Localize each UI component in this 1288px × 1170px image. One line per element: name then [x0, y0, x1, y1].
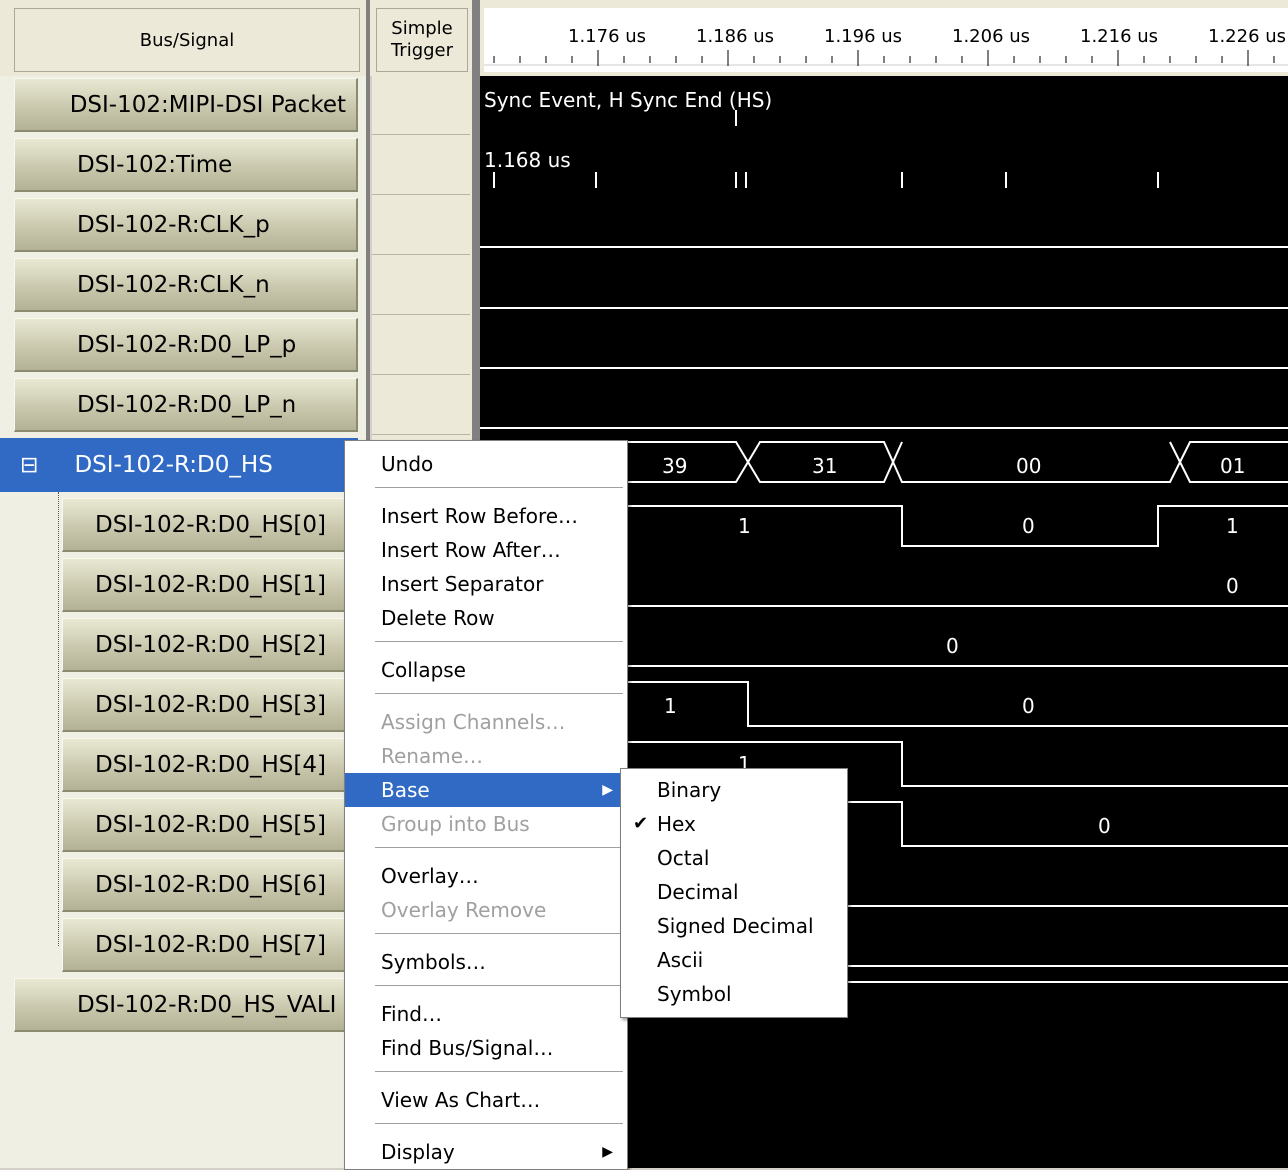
signal-label: DSI-102-R:D0_HS[6]	[95, 871, 326, 898]
trigger-cell[interactable]	[372, 256, 470, 315]
signal-label: DSI-102-R:CLK_p	[77, 211, 270, 238]
bus-signal-header-label: Bus/Signal	[139, 29, 235, 51]
menu-separator	[375, 847, 623, 848]
menu-item-insert-row-after[interactable]: Insert Row After…	[345, 533, 627, 567]
menu-item-label: Hex	[657, 812, 696, 836]
checkmark-icon: ✔	[633, 813, 649, 834]
menu-item-collapse[interactable]: Collapse	[345, 653, 627, 687]
submenu-arrow-icon: ▶	[602, 1144, 613, 1160]
signal-label: DSI-102-R:D0_HS[4]	[95, 751, 326, 778]
tree-connector	[58, 492, 60, 946]
menu-separator	[375, 1123, 623, 1124]
menu-item-insert-row-before[interactable]: Insert Row Before…	[345, 499, 627, 533]
submenu-item-symbol[interactable]: Symbol	[621, 977, 847, 1011]
signal-row-d0-hs-valid[interactable]: DSI-102-R:D0_HS_VALI	[14, 978, 358, 1032]
submenu-item-ascii[interactable]: Ascii	[621, 943, 847, 977]
signal-row-time[interactable]: DSI-102:Time	[14, 138, 358, 192]
signal-row-d0-hs[interactable]: ⊟ DSI-102-R:D0_HS	[0, 438, 358, 492]
trigger-cell[interactable]	[372, 376, 470, 435]
signal-label: DSI-102-R:D0_HS[1]	[95, 571, 326, 598]
menu-item-view-as-chart[interactable]: View As Chart…	[345, 1083, 627, 1117]
signal-label: DSI-102-R:CLK_n	[77, 271, 270, 298]
menu-separator	[375, 693, 623, 694]
trigger-cell[interactable]	[372, 316, 470, 375]
trigger-cell[interactable]	[372, 76, 470, 135]
menu-item-overlay[interactable]: Overlay…	[345, 859, 627, 893]
time-ruler[interactable]: 1.176 us 1.186 us 1.196 us 1.206 us 1.21…	[484, 8, 1288, 72]
signal-label: DSI-102-R:D0_HS[5]	[95, 811, 326, 838]
menu-item-assign-channels: Assign Channels…	[381, 710, 566, 734]
signal-label: DSI-102-R:D0_HS	[74, 452, 273, 478]
menu-item-find[interactable]: Find…	[345, 997, 627, 1031]
signal-name-column: DSI-102:MIPI-DSI Packet DSI-102:Time DSI…	[0, 76, 366, 1168]
signal-row-d0-hs-0[interactable]: DSI-102-R:D0_HS[0]	[62, 498, 358, 552]
menu-separator	[375, 487, 623, 488]
signal-label: DSI-102-R:D0_HS[7]	[95, 931, 326, 958]
menu-item-insert-separator[interactable]: Insert Separator	[345, 567, 627, 601]
menu-separator	[375, 933, 623, 934]
menu-item-label: Base	[381, 778, 430, 802]
signal-row-d0-hs-3[interactable]: DSI-102-R:D0_HS[3]	[62, 678, 358, 732]
signal-row-clk-n[interactable]: DSI-102-R:CLK_n	[14, 258, 358, 312]
menu-item-group-into-bus: Group into Bus	[381, 812, 530, 836]
collapse-toggle-icon[interactable]: ⊟	[20, 453, 38, 478]
signal-label: DSI-102:Time	[77, 151, 233, 178]
submenu-item-hex[interactable]: ✔ Hex	[621, 807, 847, 841]
menu-item-overlay-remove: Overlay Remove	[381, 898, 547, 922]
submenu-item-signed-decimal[interactable]: Signed Decimal	[621, 909, 847, 943]
menu-separator	[375, 985, 623, 986]
trigger-header-line2: Trigger	[390, 40, 454, 61]
signal-row-clk-p[interactable]: DSI-102-R:CLK_p	[14, 198, 358, 252]
signal-label: DSI-102-R:D0_HS[3]	[95, 691, 326, 718]
menu-separator	[375, 1071, 623, 1072]
submenu-arrow-icon: ▶	[602, 782, 613, 798]
bus-signal-header[interactable]: Bus/Signal	[14, 8, 360, 72]
signal-label: DSI-102-R:D0_HS[0]	[95, 511, 326, 538]
trigger-cell[interactable]	[372, 136, 470, 195]
menu-item-symbols[interactable]: Symbols…	[345, 945, 627, 979]
signal-row-d0-hs-6[interactable]: DSI-102-R:D0_HS[6]	[62, 858, 358, 912]
menu-item-base[interactable]: Base ▶	[345, 773, 627, 807]
trigger-header[interactable]: Simple Trigger	[376, 8, 468, 72]
signal-row-d0-lp-p[interactable]: DSI-102-R:D0_LP_p	[14, 318, 358, 372]
ruler-ticks	[484, 50, 1288, 66]
signal-label: DSI-102-R:D0_HS[2]	[95, 631, 326, 658]
signal-row-d0-hs-7[interactable]: DSI-102-R:D0_HS[7]	[62, 918, 358, 972]
base-submenu: Binary ✔ Hex Octal Decimal Signed Decima…	[620, 768, 848, 1018]
signal-row-d0-hs-4[interactable]: DSI-102-R:D0_HS[4]	[62, 738, 358, 792]
signal-label: DSI-102:MIPI-DSI Packet	[69, 91, 346, 118]
signal-label: DSI-102-R:D0_LP_n	[77, 391, 297, 418]
trigger-cell[interactable]	[372, 196, 470, 255]
submenu-item-octal[interactable]: Octal	[621, 841, 847, 875]
submenu-item-decimal[interactable]: Decimal	[621, 875, 847, 909]
signal-label: DSI-102-R:D0_LP_p	[77, 331, 297, 358]
trigger-header-line1: Simple	[391, 18, 453, 39]
menu-separator	[375, 641, 623, 642]
menu-item-delete-row[interactable]: Delete Row	[345, 601, 627, 635]
header-bar: Bus/Signal Simple Trigger 1.176 us 1.186…	[0, 0, 1288, 76]
context-menu: Undo Insert Row Before… Insert Row After…	[344, 440, 628, 1170]
menu-item-display[interactable]: Display ▶	[345, 1135, 627, 1169]
signal-label: DSI-102-R:D0_HS_VALI	[77, 991, 337, 1018]
menu-item-rename: Rename…	[381, 744, 484, 768]
signal-row-d0-lp-n[interactable]: DSI-102-R:D0_LP_n	[14, 378, 358, 432]
menu-item-find-bus-signal[interactable]: Find Bus/Signal…	[345, 1031, 627, 1065]
signal-row-d0-hs-1[interactable]: DSI-102-R:D0_HS[1]	[62, 558, 358, 612]
submenu-item-binary[interactable]: Binary	[621, 773, 847, 807]
signal-row-d0-hs-5[interactable]: DSI-102-R:D0_HS[5]	[62, 798, 358, 852]
signal-row-mipi-dsi-packet[interactable]: DSI-102:MIPI-DSI Packet	[14, 78, 358, 132]
menu-item-undo[interactable]: Undo	[345, 447, 627, 481]
signal-row-d0-hs-2[interactable]: DSI-102-R:D0_HS[2]	[62, 618, 358, 672]
menu-item-label: Display	[381, 1140, 455, 1164]
